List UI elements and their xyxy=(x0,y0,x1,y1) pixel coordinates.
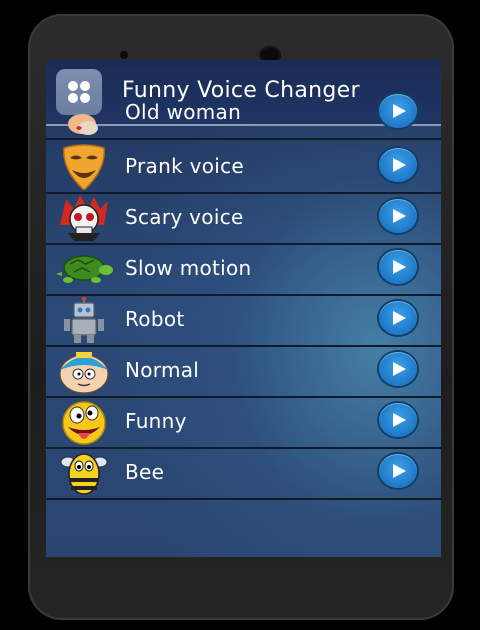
effect-label: Slow motion xyxy=(125,256,252,280)
effect-label: Robot xyxy=(125,307,185,331)
effect-row-prank-voice[interactable]: Prank voice xyxy=(46,142,441,194)
effect-row-slow-motion[interactable]: Slow motion xyxy=(46,244,441,296)
play-button[interactable] xyxy=(379,94,417,128)
cartoon-boy-icon xyxy=(54,348,114,394)
effect-label: Bee xyxy=(125,460,165,484)
play-button[interactable] xyxy=(379,403,417,437)
turtle-icon xyxy=(54,246,114,292)
play-button[interactable] xyxy=(379,148,417,182)
play-button[interactable] xyxy=(379,250,417,284)
effect-row-normal[interactable]: Normal xyxy=(46,346,441,398)
play-button[interactable] xyxy=(379,199,417,233)
effect-label: Prank voice xyxy=(125,154,245,178)
mask-icon xyxy=(54,144,114,192)
effect-label: Normal xyxy=(125,358,200,382)
effect-row-robot[interactable]: Robot xyxy=(46,295,441,347)
speaker-dot xyxy=(120,51,128,59)
effect-label: Funny xyxy=(125,409,187,433)
play-button[interactable] xyxy=(379,454,417,488)
app-screen: Funny Voice Changer Old woman Prank voic… xyxy=(46,60,441,557)
effect-label: Old woman xyxy=(125,100,242,124)
effect-row-bee[interactable]: Bee xyxy=(46,448,441,500)
skull-icon xyxy=(54,195,114,241)
effect-row-scary-voice[interactable]: Scary voice xyxy=(46,193,441,245)
effect-row-funny[interactable]: Funny xyxy=(46,397,441,449)
play-button[interactable] xyxy=(379,301,417,335)
effect-row-old-woman[interactable]: Old woman xyxy=(46,88,441,140)
crazy-smiley-icon xyxy=(54,399,114,445)
old-woman-icon xyxy=(54,90,114,136)
bee-icon xyxy=(54,450,114,496)
play-button[interactable] xyxy=(379,352,417,386)
effect-label: Scary voice xyxy=(125,205,244,229)
robot-icon xyxy=(54,297,114,343)
